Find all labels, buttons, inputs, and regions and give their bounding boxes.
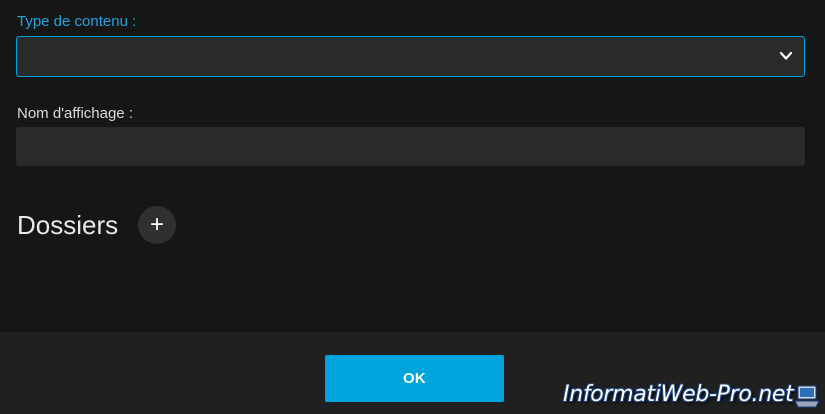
ok-button[interactable]: OK	[325, 355, 504, 402]
content-type-label: Type de contenu :	[17, 13, 137, 30]
watermark-text: InformatiWeb-Pro.net	[563, 382, 794, 407]
plus-icon: +	[149, 211, 164, 238]
content-type-select[interactable]	[16, 36, 805, 77]
add-folder-button[interactable]: +	[138, 206, 176, 244]
display-name-label: Nom d'affichage :	[17, 105, 133, 122]
add-library-dialog: Type de contenu : Nom d'affichage : Doss…	[0, 0, 825, 414]
folders-section-title: Dossiers	[17, 210, 119, 240]
dialog-content: Type de contenu : Nom d'affichage : Doss…	[0, 0, 825, 332]
display-name-input[interactable]	[16, 127, 805, 166]
dialog-footer: OK InformatiWeb-Pro.net	[0, 332, 825, 414]
laptop-icon	[794, 385, 820, 408]
chevron-down-icon	[779, 51, 793, 60]
